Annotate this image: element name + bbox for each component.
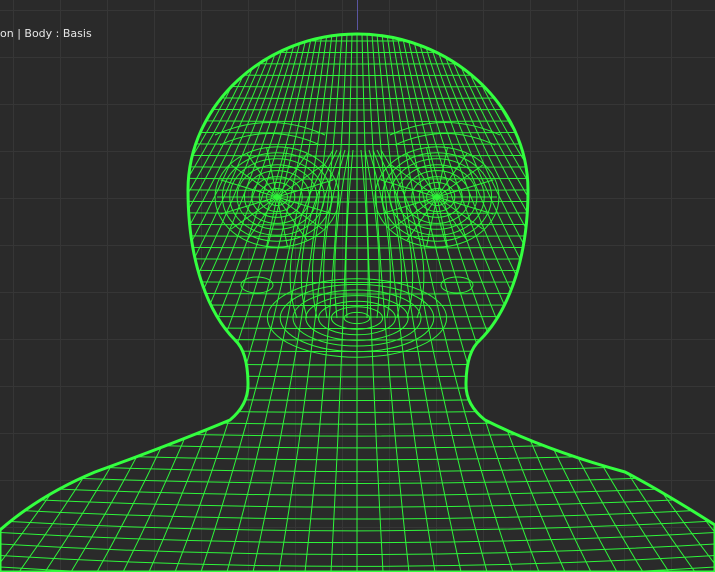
mesh-edge-ring — [0, 34, 288, 572]
3d-viewport[interactable]: on | Body : Basis — [0, 0, 715, 572]
mesh-edge-ring — [436, 34, 715, 572]
mesh-edge-ring — [431, 34, 715, 572]
nose-edge — [360, 149, 369, 319]
eye-spoke-left — [276, 179, 334, 198]
mesh-edge-ring — [0, 34, 278, 572]
mesh-edge-ring — [0, 34, 273, 572]
mesh-edge-ring — [0, 34, 283, 572]
wireframe-mesh[interactable] — [0, 0, 715, 572]
mesh-edge-ring — [426, 34, 715, 572]
nose-edge — [345, 149, 354, 319]
mesh-edge-ring — [401, 34, 592, 572]
eye-spoke-right — [380, 179, 438, 198]
mesh-edge-ring — [122, 34, 313, 572]
